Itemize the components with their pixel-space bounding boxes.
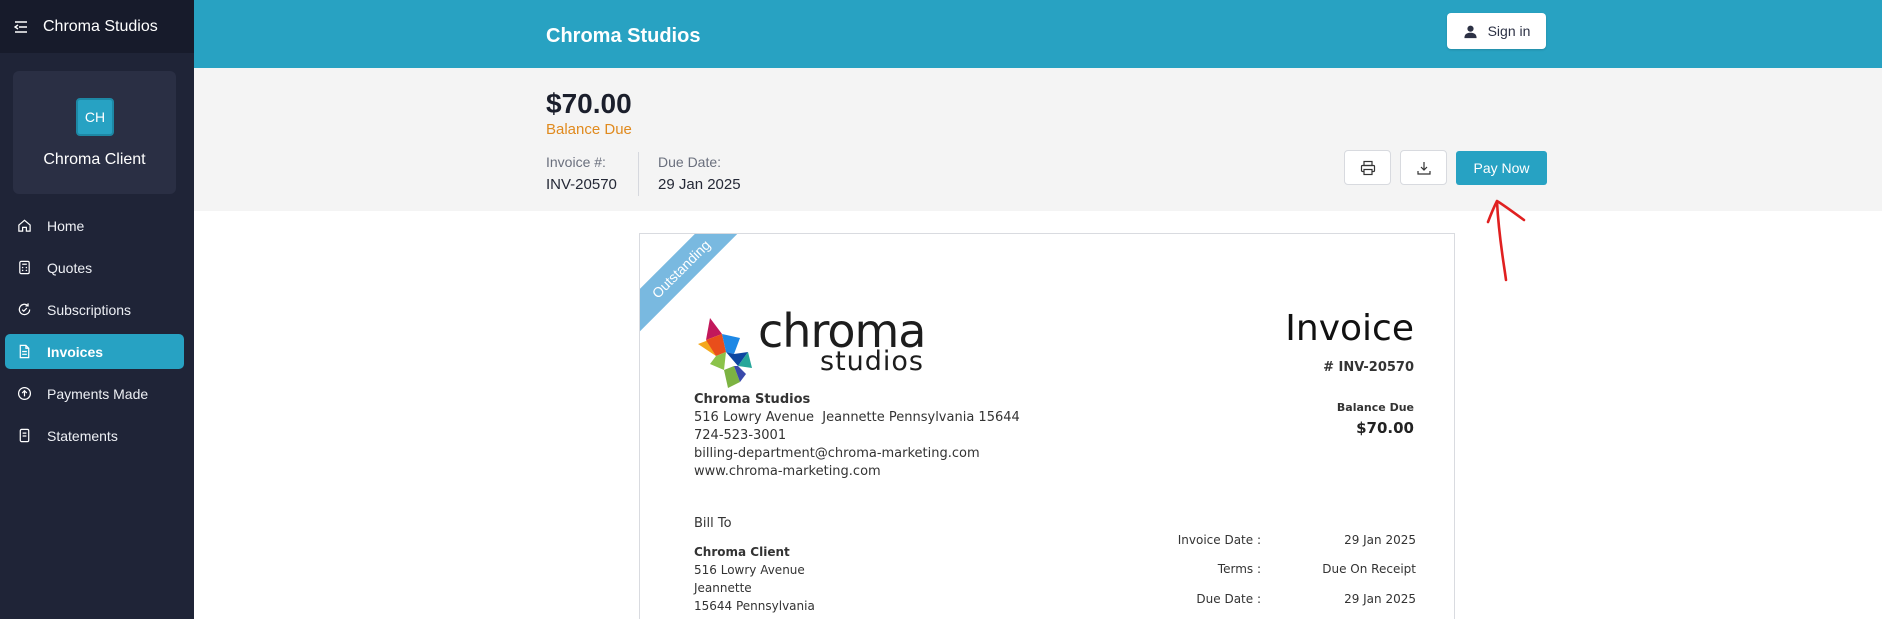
company-phone: 724-523-3001	[694, 428, 787, 443]
bill-to-line: 516 Lowry Avenue	[694, 563, 805, 577]
refresh-icon	[18, 303, 31, 316]
pay-now-button[interactable]: Pay Now	[1456, 151, 1547, 185]
avatar: CH	[76, 98, 114, 136]
doc-balance-due-amount: $70.00	[1356, 419, 1414, 437]
app-title: Chroma Studios	[43, 17, 158, 35]
sidebar-item-quotes[interactable]: Quotes	[5, 250, 184, 285]
due-date-label: Due Date:	[658, 154, 722, 170]
sidebar-item-invoices[interactable]: Invoices	[5, 334, 184, 369]
sidebar-item-statements[interactable]: Statements	[5, 418, 184, 453]
calculator-icon	[19, 260, 30, 275]
bill-to-block: Chroma Client 516 Lowry Avenue Jeannette…	[694, 543, 815, 615]
download-icon	[1416, 161, 1431, 175]
client-card: CH Chroma Client	[13, 71, 176, 194]
company-address-block: Chroma Studios 516 Lowry Avenue Jeannett…	[694, 391, 1020, 481]
sidebar-nav: Home Quotes Subscriptions Invoices Payme…	[5, 208, 184, 460]
sidebar-item-label: Quotes	[47, 259, 93, 276]
detail-label: Terms :	[1217, 562, 1261, 576]
sidebar-header: Chroma Studios	[0, 0, 194, 53]
doc-balance-due-label: Balance Due	[1336, 401, 1414, 414]
bill-to-label: Bill To	[694, 516, 732, 531]
sidebar-item-label: Home	[47, 217, 85, 234]
menu-collapse-icon[interactable]	[14, 20, 28, 34]
invoice-title: Invoice	[1285, 308, 1414, 349]
due-date: 29 Jan 2025	[658, 176, 741, 193]
top-bar: Chroma Studios Sign in	[194, 0, 1882, 68]
invoice-number: INV-20570	[546, 176, 617, 193]
sidebar-item-label: Payments Made	[47, 385, 149, 402]
client-name: Chroma Client	[43, 151, 146, 168]
bill-to-name: Chroma Client	[694, 545, 790, 559]
sidebar: Chroma Studios CH Chroma Client Home Quo…	[0, 0, 194, 619]
balance-due-label: Balance Due	[546, 121, 632, 138]
sidebar-item-label: Subscriptions	[47, 301, 132, 318]
balance-amount: $70.00	[546, 88, 632, 119]
brand-title: Chroma Studios	[546, 25, 701, 47]
sign-in-button[interactable]: Sign in	[1447, 13, 1546, 49]
home-icon	[18, 219, 31, 232]
logo-text-sub: studios	[820, 346, 924, 377]
sidebar-item-label: Statements	[47, 427, 118, 444]
company-address: 516 Lowry Avenue Jeannette Pennsylvania …	[694, 410, 1020, 425]
user-icon	[1464, 25, 1477, 38]
meta-divider	[638, 152, 639, 196]
printer-icon	[1360, 160, 1375, 175]
sidebar-item-subscriptions[interactable]: Subscriptions	[5, 292, 184, 327]
detail-value: 29 Jan 2025	[1344, 592, 1416, 606]
invoice-summary: $70.00 Balance Due Invoice #: INV-20570 …	[194, 68, 1882, 211]
statement-icon	[19, 428, 30, 443]
company-name: Chroma Studios	[694, 392, 811, 407]
sign-in-label: Sign in	[1487, 23, 1531, 39]
detail-label: Due Date :	[1196, 592, 1261, 606]
company-website: www.chroma-marketing.com	[694, 464, 881, 479]
chroma-logo-icon	[696, 308, 766, 393]
company-email: billing-department@chroma-marketing.com	[694, 446, 980, 461]
annotation-arrow-icon	[1486, 199, 1526, 282]
invoice-document: Outstanding chroma studios Chroma Studio…	[639, 233, 1455, 619]
detail-value: 29 Jan 2025	[1344, 533, 1416, 547]
document-icon	[19, 344, 30, 359]
detail-label: Invoice Date :	[1177, 533, 1261, 547]
bill-to-line: 15644 Pennsylvania	[694, 599, 815, 613]
sidebar-item-label: Invoices	[47, 343, 104, 360]
bill-to-line: Jeannette	[694, 581, 752, 595]
invoice-number-label: Invoice #:	[546, 154, 606, 170]
upload-icon	[17, 386, 32, 401]
detail-value: Due On Receipt	[1322, 562, 1416, 576]
invoice-doc-number: # INV-20570	[1323, 360, 1414, 375]
download-button[interactable]	[1400, 150, 1447, 185]
sidebar-item-payments-made[interactable]: Payments Made	[5, 376, 184, 411]
print-button[interactable]	[1344, 150, 1391, 185]
sidebar-item-home[interactable]: Home	[5, 208, 184, 243]
